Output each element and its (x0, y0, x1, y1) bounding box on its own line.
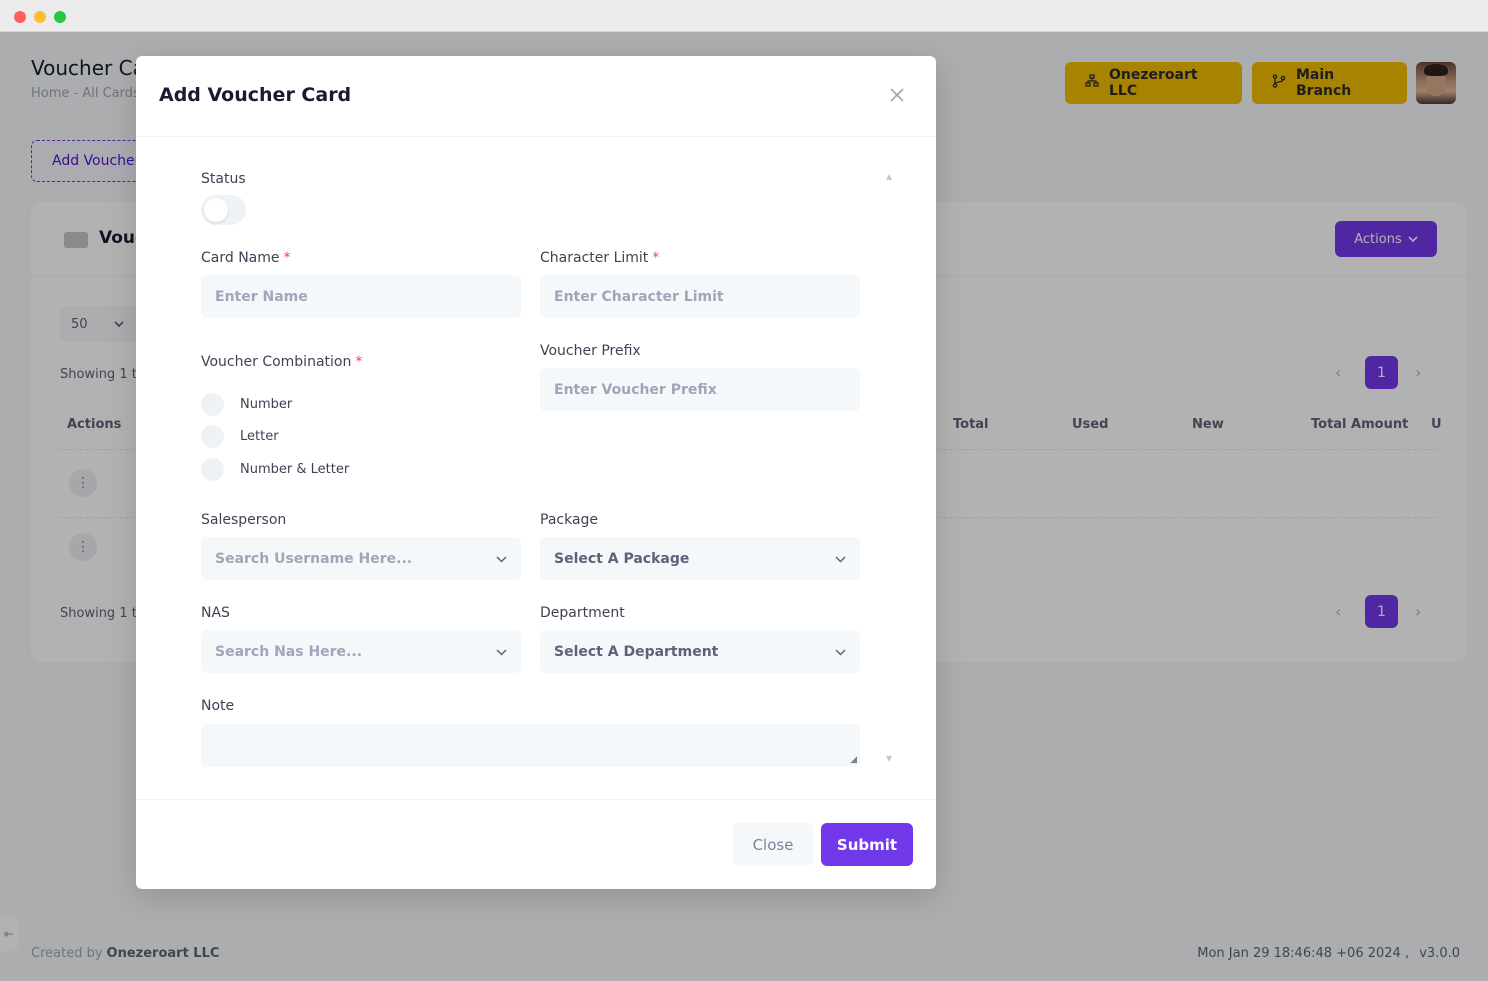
combination-option-letter[interactable]: Letter (201, 425, 279, 448)
salesperson-placeholder: Search Username Here... (215, 550, 413, 567)
card-name-input[interactable]: Enter Name (201, 275, 521, 318)
voucher-prefix-placeholder: Enter Voucher Prefix (554, 381, 717, 398)
status-label: Status (201, 171, 246, 187)
package-label: Package (540, 512, 599, 528)
voucher-prefix-input[interactable]: Enter Voucher Prefix (540, 368, 860, 411)
window-minimize-control[interactable] (34, 11, 46, 23)
nas-label: NAS (201, 605, 230, 621)
character-limit-placeholder: Enter Character Limit (554, 288, 724, 305)
chevron-down-icon (835, 645, 846, 659)
combination-option-number[interactable]: Number (201, 393, 292, 416)
note-textarea[interactable]: ◢ (201, 724, 860, 767)
radio-button[interactable] (201, 458, 224, 481)
voucher-combination-label-text: Voucher Combination (201, 354, 352, 370)
required-mark: * (283, 250, 291, 266)
voucher-prefix-label: Voucher Prefix (540, 343, 641, 359)
submit-button[interactable]: Submit (821, 823, 913, 866)
chevron-down-icon (835, 552, 846, 566)
nas-select[interactable]: Search Nas Here... (201, 630, 521, 673)
department-select[interactable]: Select A Department (540, 630, 860, 673)
resize-handle-icon[interactable]: ◢ (850, 755, 857, 765)
combination-option-label: Letter (240, 429, 279, 444)
chevron-down-icon (496, 552, 507, 566)
window-maximize-control[interactable] (54, 11, 66, 23)
status-toggle-knob (204, 198, 228, 222)
department-selected-value: Select A Department (554, 643, 719, 660)
close-button[interactable]: Close (733, 823, 813, 866)
nas-placeholder: Search Nas Here... (215, 643, 363, 660)
modal-header-divider (136, 136, 936, 137)
radio-button[interactable] (201, 425, 224, 448)
note-label: Note (201, 698, 235, 714)
status-toggle[interactable] (201, 195, 246, 225)
voucher-combination-label: Voucher Combination * (201, 354, 362, 370)
window-close-control[interactable] (14, 11, 26, 23)
combination-option-label: Number & Letter (240, 462, 350, 477)
package-selected-value: Select A Package (554, 550, 690, 567)
chevron-down-icon (496, 645, 507, 659)
required-mark: * (355, 354, 363, 370)
required-mark: * (652, 250, 660, 266)
character-limit-label: Character Limit * (540, 250, 659, 266)
modal-title: Add Voucher Card (159, 84, 352, 106)
character-limit-input[interactable]: Enter Character Limit (540, 275, 860, 318)
modal-footer-divider (136, 799, 936, 800)
combination-option-label: Number (240, 397, 293, 412)
scroll-up-indicator[interactable]: ▲ (886, 172, 892, 181)
salesperson-select[interactable]: Search Username Here... (201, 537, 521, 580)
package-select[interactable]: Select A Package (540, 537, 860, 580)
scroll-down-indicator[interactable]: ▼ (886, 754, 892, 763)
salesperson-label: Salesperson (201, 512, 287, 528)
department-label: Department (540, 605, 625, 621)
card-name-placeholder: Enter Name (215, 288, 308, 305)
add-voucher-card-modal: Add Voucher Card ▲ Status Card Name * Ent… (136, 56, 936, 889)
character-limit-label-text: Character Limit (540, 250, 649, 266)
card-name-label-text: Card Name (201, 250, 280, 266)
close-icon[interactable] (885, 82, 909, 108)
radio-button[interactable] (201, 393, 224, 416)
window-titlebar (0, 0, 1488, 32)
card-name-label: Card Name * (201, 250, 291, 266)
combination-option-number-letter[interactable]: Number & Letter (201, 458, 349, 481)
